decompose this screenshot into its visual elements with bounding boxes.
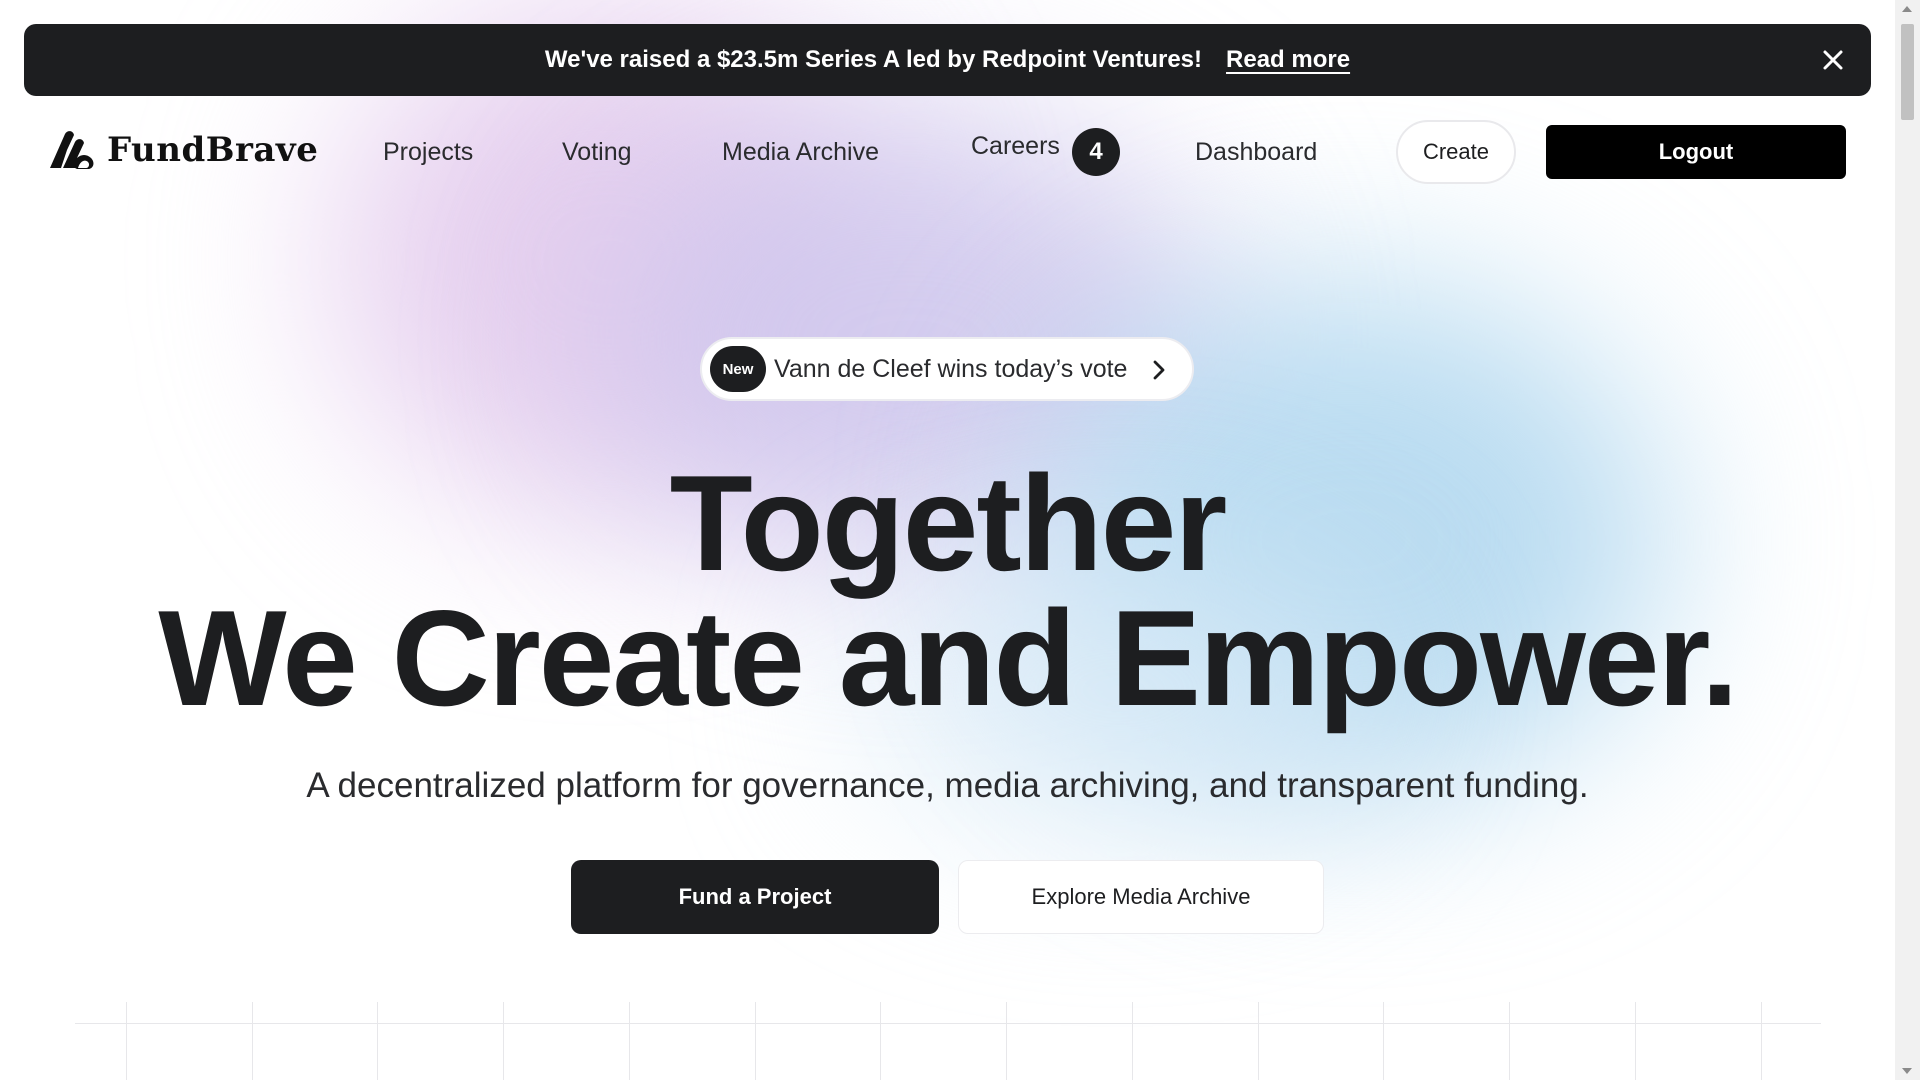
page-scrollbar[interactable] (1895, 0, 1920, 1080)
scroll-down-arrow-icon[interactable] (1902, 1068, 1912, 1074)
create-button[interactable]: Create (1396, 120, 1516, 184)
fund-a-project-button[interactable]: Fund a Project (571, 860, 939, 934)
grid-line (1761, 1002, 1762, 1080)
grid-line (377, 1002, 378, 1080)
scrollbar-thumb[interactable] (1901, 24, 1914, 120)
nav-link-careers[interactable]: Careers (971, 132, 1060, 161)
grid-line (1383, 1002, 1384, 1080)
chevron-right-icon (1153, 360, 1165, 380)
announcement-pill-text: Vann de Cleef wins today’s vote (774, 354, 1128, 383)
hero-subtitle: A decentralized platform for governance,… (306, 766, 1589, 805)
grid-line (880, 1002, 881, 1080)
decorative-grid (75, 1002, 1821, 1080)
grid-line (1006, 1002, 1007, 1080)
nav-link-media-archive[interactable]: Media Archive (722, 138, 879, 167)
nav-link-projects[interactable]: Projects (383, 138, 473, 167)
brand-name: FundBrave (107, 130, 319, 170)
read-more-link[interactable]: Read more (1226, 46, 1350, 74)
grid-line (1509, 1002, 1510, 1080)
careers-count-badge: 4 (1072, 128, 1120, 176)
fundbrave-logo-icon (50, 131, 94, 169)
announcement-pill[interactable]: New Vann de Cleef wins today’s vote (700, 337, 1194, 401)
grid-line (126, 1002, 127, 1080)
scroll-up-arrow-icon[interactable] (1902, 6, 1912, 12)
grid-line (629, 1002, 630, 1080)
grid-line (503, 1002, 504, 1080)
nav-link-voting[interactable]: Voting (562, 138, 632, 167)
explore-media-archive-button[interactable]: Explore Media Archive (958, 860, 1324, 934)
nav-link-dashboard[interactable]: Dashboard (1195, 138, 1317, 167)
grid-line (1132, 1002, 1133, 1080)
grid-line (1258, 1002, 1259, 1080)
grid-line (755, 1002, 756, 1080)
announcement-bar: We've raised a $23.5m Series A led by Re… (24, 24, 1871, 96)
grid-line (1635, 1002, 1636, 1080)
grid-line (252, 1002, 253, 1080)
hero-headline-line-2: We Create and Empower. (158, 582, 1738, 734)
brand-logo[interactable]: FundBrave (47, 128, 318, 172)
hero-headline-line-1: Together (669, 447, 1228, 599)
announcement-text: We've raised a $23.5m Series A led by Re… (544, 46, 1203, 73)
new-badge: New (710, 346, 766, 392)
main-navigation: FundBrave Projects Voting Media Archive … (0, 110, 1895, 194)
close-icon[interactable] (1819, 46, 1847, 74)
logout-button[interactable]: Logout (1546, 125, 1846, 179)
